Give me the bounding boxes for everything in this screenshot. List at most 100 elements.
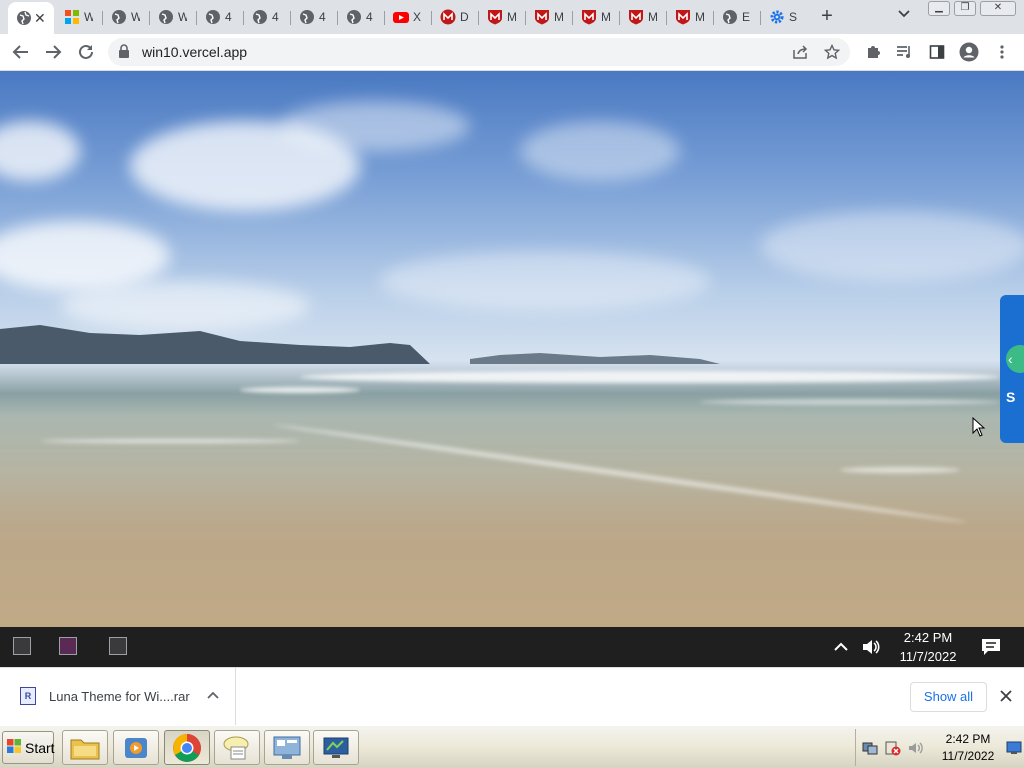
wave-foam [300,371,1000,383]
browser-toolbar: win10.vercel.app [0,34,1024,71]
network-tray-icon[interactable] [862,740,878,756]
side-extension-panel[interactable]: ‹ S [1000,295,1024,443]
chevron-left-icon[interactable]: ‹ [1006,345,1024,373]
new-tab-button[interactable]: + [815,5,839,29]
globe-icon [722,9,738,25]
chat-notepad-icon [223,736,249,759]
network-button[interactable] [313,730,359,765]
tab-search-chevron-icon[interactable] [893,6,915,28]
mcafee-shield-icon [675,9,691,25]
tab-13[interactable]: M [573,4,620,30]
download-file-name[interactable]: Luna Theme for Wi....rar [49,689,190,704]
tab-3[interactable]: W [103,4,150,30]
mcafee-shield-icon [628,9,644,25]
download-item[interactable]: R Luna Theme for Wi....rar [0,668,236,726]
control-panel-button[interactable] [264,730,310,765]
tab-title: X [413,10,422,24]
win10-clock[interactable]: 2:42 PM 11/7/2022 [896,628,960,666]
bookmark-star-icon[interactable] [822,42,842,62]
tab-14[interactable]: M [620,4,667,30]
restore-button[interactable]: ❐ [954,1,976,16]
broken-image-icon[interactable] [13,637,31,655]
chevron-up-icon[interactable] [831,637,851,657]
cloud [0,221,170,291]
volume-tray-icon[interactable] [908,740,924,756]
extensions-puzzle-icon[interactable] [861,40,885,64]
tab-16[interactable]: E [714,4,761,30]
tab-2[interactable]: W [56,4,103,30]
notepad-button[interactable] [214,730,260,765]
profile-avatar-icon[interactable] [957,40,981,64]
media-control-icon[interactable] [893,40,917,64]
tab-close-icon[interactable]: ✕ [34,10,46,27]
globe-icon [346,9,362,25]
action-center-icon[interactable] [981,637,1001,657]
start-button[interactable]: Start [2,731,55,764]
xp-clock[interactable]: 2:42 PM 11/7/2022 [932,731,1004,765]
cloud [380,251,710,311]
tab-10[interactable]: D [432,4,479,30]
tab-15[interactable]: M [667,4,714,30]
tab-title: S [789,10,798,24]
side-panel-icon[interactable] [925,40,949,64]
share-icon[interactable] [790,42,810,62]
tab-8[interactable]: 4 [338,4,385,30]
tab-4[interactable]: W [150,4,197,30]
url-text[interactable]: win10.vercel.app [142,44,247,60]
s-logo-icon[interactable]: S [1006,389,1015,405]
reload-button[interactable] [74,40,98,64]
wave-foam [240,387,360,393]
chevron-up-icon[interactable] [204,686,222,704]
tab-1[interactable]: ✕ [8,2,54,34]
mountain-range [0,325,720,364]
wave-foam [840,467,960,473]
tab-17[interactable]: S [761,4,808,30]
tab-12[interactable]: M [526,4,573,30]
close-window-button[interactable]: ✕ [980,1,1016,16]
chrome-button[interactable] [164,730,210,765]
kebab-menu-icon[interactable] [990,40,1014,64]
close-icon[interactable] [996,686,1016,706]
back-button[interactable] [9,40,33,64]
globe-icon [299,9,315,25]
tab-title: M [507,10,516,24]
show-all-button[interactable]: Show all [910,682,987,712]
win10-taskbar: 2:42 PM 11/7/2022 [0,627,1024,667]
tab-9[interactable]: X [385,4,432,30]
globe-icon [252,9,268,25]
start-label: Start [25,739,55,756]
download-shelf: R Luna Theme for Wi....rar Show all [0,667,1024,726]
folder-icon [70,739,100,759]
globe-icon [16,10,32,26]
control-panel-icon [273,736,301,759]
tab-7[interactable]: 4 [291,4,338,30]
cloud [280,101,470,151]
forward-button[interactable] [41,40,65,64]
mcafee-shield-icon [581,9,597,25]
windows-logo-icon [64,9,80,25]
mouse-cursor-icon [972,417,986,437]
minimize-button[interactable]: ▁ [928,1,950,16]
mcafee-shield-icon [487,9,503,25]
desktop-wallpaper[interactable]: ‹ S [0,71,1024,627]
tab-title: M [601,10,610,24]
file-explorer-button[interactable] [62,730,108,765]
security-alert-icon[interactable] [885,740,901,756]
lock-icon[interactable] [118,44,130,61]
desktop-tray-icon[interactable] [1006,740,1022,756]
broken-image-icon[interactable] [109,637,127,655]
address-bar[interactable]: win10.vercel.app [108,38,850,66]
cloud [0,121,80,181]
mcafee-shield-icon [534,9,550,25]
globe-icon [205,9,221,25]
tab-5[interactable]: 4 [197,4,244,30]
tab-title: E [742,10,751,24]
media-player-button[interactable] [113,730,159,765]
tab-6[interactable]: 4 [244,4,291,30]
win10-time: 2:42 PM [903,630,953,645]
xp-system-tray: 2:42 PM 11/7/2022 [855,729,1024,766]
tab-11[interactable]: M [479,4,526,30]
volume-icon[interactable] [861,637,881,657]
broken-image-icon[interactable] [59,637,77,655]
win10-date: 11/7/2022 [899,649,957,664]
